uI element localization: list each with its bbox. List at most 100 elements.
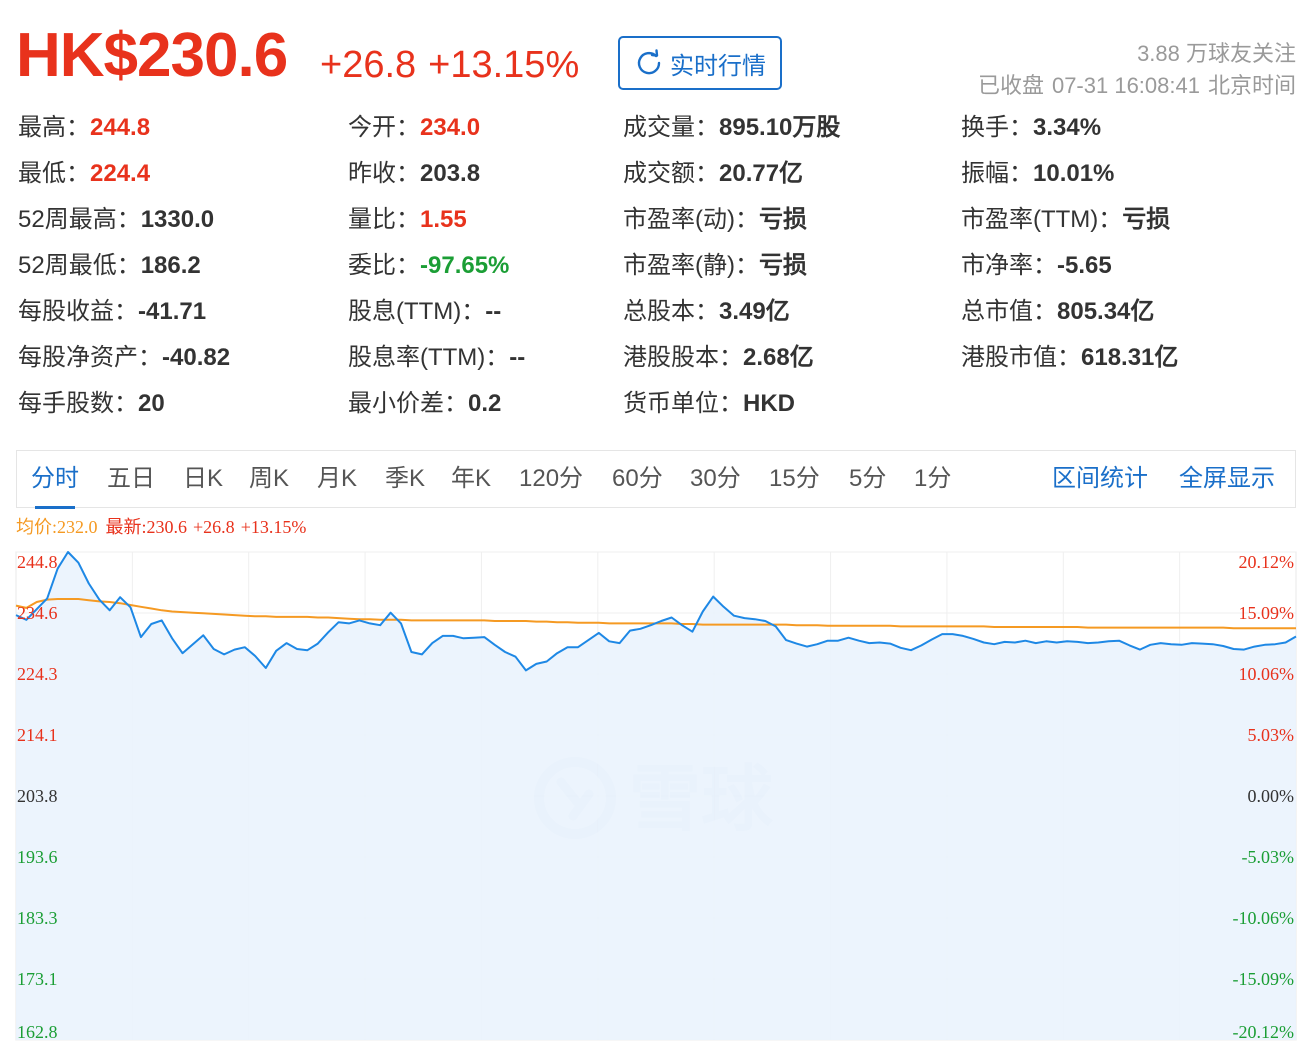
quote-item: 股息率(TTM)：-- bbox=[348, 338, 525, 378]
quote-value: -- bbox=[509, 344, 526, 371]
y-tick-label-percent: -10.06% bbox=[1233, 908, 1295, 928]
quote-label: 每股净资产： bbox=[18, 344, 162, 371]
quote-value: 618.31亿 bbox=[1081, 344, 1179, 371]
quote-value: 805.34亿 bbox=[1057, 298, 1155, 325]
quote-value: 3.34% bbox=[1033, 114, 1102, 141]
legend-average-price: 均价:232.0 bbox=[16, 517, 98, 537]
y-tick-label-percent: -5.03% bbox=[1242, 847, 1295, 867]
quote-value: 1330.0 bbox=[140, 206, 215, 233]
y-tick-label-percent: 0.00% bbox=[1248, 786, 1295, 806]
quote-item: 成交额：20.77亿 bbox=[623, 154, 803, 194]
quote-label: 总股本： bbox=[623, 298, 719, 325]
quote-label: 每股收益： bbox=[18, 298, 138, 325]
quote-item: 量比：1.55 bbox=[348, 200, 467, 240]
change-percent: +13.15% bbox=[428, 44, 580, 86]
quote-item: 委比：-97.65% bbox=[348, 246, 509, 286]
quote-item: 每股净资产：-40.82 bbox=[18, 338, 230, 378]
intraday-chart[interactable]: 雪球244.820.12%234.615.09%224.310.06%214.1… bbox=[0, 540, 1314, 1048]
quote-value: 亏损 bbox=[1122, 206, 1171, 233]
y-tick-label-price: 173.1 bbox=[17, 969, 58, 989]
chart-legend: 均价:232.0 最新:230.6 +26.8 +13.15% bbox=[16, 514, 306, 540]
quote-item: 总市值：805.34亿 bbox=[961, 292, 1154, 332]
chart-period-tabs: 分时 五日 日K 周K 月K 季K 年K 120分 60分 30分 15分 5分… bbox=[16, 450, 1296, 509]
quote-item: 每手股数：20 bbox=[18, 384, 165, 424]
y-tick-label-price: 193.6 bbox=[17, 847, 58, 867]
quote-item: 振幅：10.01% bbox=[961, 154, 1114, 194]
quote-label: 货币单位： bbox=[623, 390, 743, 417]
tab-yearly-k[interactable]: 年K bbox=[451, 451, 491, 509]
tab-120min[interactable]: 120分 bbox=[519, 451, 583, 509]
quote-item: 市净率：-5.65 bbox=[961, 246, 1112, 286]
legend-latest-change: +26.8 bbox=[193, 517, 235, 537]
legend-latest: 最新:230.6 +26.8 +13.15% bbox=[106, 517, 307, 537]
tab-60min[interactable]: 60分 bbox=[612, 451, 663, 509]
quote-value: 203.8 bbox=[420, 160, 481, 187]
quote-item: 昨收：203.8 bbox=[348, 154, 480, 194]
quote-value: 186.2 bbox=[140, 252, 201, 279]
quote-label: 总市值： bbox=[961, 298, 1057, 325]
quote-label: 委比： bbox=[348, 252, 420, 279]
quote-label: 最小价差： bbox=[348, 390, 468, 417]
quote-label: 最低： bbox=[18, 160, 90, 187]
quote-label: 港股股本： bbox=[623, 344, 743, 371]
quote-value: -97.65% bbox=[420, 252, 510, 279]
follower-count: 3.88 万球友关注 bbox=[1137, 41, 1296, 66]
y-tick-label-price: 203.8 bbox=[17, 786, 58, 806]
tab-five-day[interactable]: 五日 bbox=[107, 451, 155, 509]
tab-5min[interactable]: 5分 bbox=[849, 451, 886, 509]
tab-daily-k[interactable]: 日K bbox=[183, 451, 223, 509]
quote-item: 最高：244.8 bbox=[18, 108, 150, 148]
quote-value: 亏损 bbox=[758, 206, 807, 233]
legend-latest-percent: +13.15% bbox=[240, 517, 307, 537]
quote-value: 20 bbox=[138, 390, 165, 417]
quote-value: -- bbox=[485, 298, 502, 325]
legend-latest-price: 最新:230.6 bbox=[105, 517, 188, 537]
quote-value: -41.71 bbox=[138, 298, 207, 325]
y-tick-label-percent: 5.03% bbox=[1248, 725, 1295, 745]
quote-value: 244.8 bbox=[90, 114, 151, 141]
intraday-chart-svg: 雪球244.820.12%234.615.09%224.310.06%214.1… bbox=[15, 551, 1297, 1042]
quote-label: 最高： bbox=[18, 114, 90, 141]
quote-label: 换手： bbox=[961, 114, 1033, 141]
timezone-label: 北京时间 bbox=[1207, 73, 1296, 98]
quote-label: 成交量： bbox=[623, 114, 719, 141]
quote-item: 最低：224.4 bbox=[18, 154, 150, 194]
quote-label: 52周最高： bbox=[18, 206, 141, 233]
quote-item: 52周最高：1330.0 bbox=[18, 200, 214, 240]
quote-item: 52周最低：186.2 bbox=[18, 246, 201, 286]
fullscreen-button[interactable]: 全屏显示 bbox=[1179, 451, 1275, 509]
y-tick-label-percent: -15.09% bbox=[1233, 969, 1295, 989]
tab-quarterly-k[interactable]: 季K bbox=[385, 451, 425, 509]
quote-label: 股息率(TTM)： bbox=[348, 344, 510, 371]
y-tick-label-price: 183.3 bbox=[17, 908, 58, 928]
quote-item: 总股本：3.49亿 bbox=[623, 292, 790, 332]
tab-30min[interactable]: 30分 bbox=[690, 451, 741, 509]
realtime-quote-button[interactable]: 实时行情 bbox=[618, 36, 782, 90]
quote-value: 20.77亿 bbox=[719, 160, 804, 187]
quote-label: 今开： bbox=[348, 114, 420, 141]
quote-label: 成交额： bbox=[623, 160, 719, 187]
quote-label: 市盈率(动)： bbox=[623, 206, 759, 233]
quote-item: 换手：3.34% bbox=[961, 108, 1101, 148]
quote-item: 股息(TTM)：-- bbox=[348, 292, 501, 332]
quote-datetime: 07-31 16:08:41 bbox=[1051, 73, 1200, 98]
quote-value: 1.55 bbox=[420, 206, 467, 233]
tab-1min[interactable]: 1分 bbox=[914, 451, 951, 509]
quote-label: 每手股数： bbox=[18, 390, 138, 417]
quote-label: 市盈率(静)： bbox=[623, 252, 759, 279]
quote-item: 市盈率(TTM)：亏损 bbox=[961, 200, 1170, 240]
quote-label: 52周最低： bbox=[18, 252, 141, 279]
realtime-quote-label: 实时行情 bbox=[670, 52, 766, 80]
quote-item: 今开：234.0 bbox=[348, 108, 480, 148]
quote-value: -40.82 bbox=[162, 344, 231, 371]
tab-15min[interactable]: 15分 bbox=[769, 451, 820, 509]
y-tick-label-price: 234.6 bbox=[17, 603, 58, 623]
quote-value: 2.68亿 bbox=[743, 344, 814, 371]
quote-label: 市净率： bbox=[961, 252, 1057, 279]
market-status-text: 已收盘 bbox=[977, 73, 1044, 98]
range-stats-button[interactable]: 区间统计 bbox=[1052, 451, 1148, 509]
tab-monthly-k[interactable]: 月K bbox=[317, 451, 357, 509]
tab-weekly-k[interactable]: 周K bbox=[249, 451, 289, 509]
tab-intraday[interactable]: 分时 bbox=[31, 451, 79, 509]
y-tick-label-percent: -20.12% bbox=[1233, 1022, 1295, 1042]
